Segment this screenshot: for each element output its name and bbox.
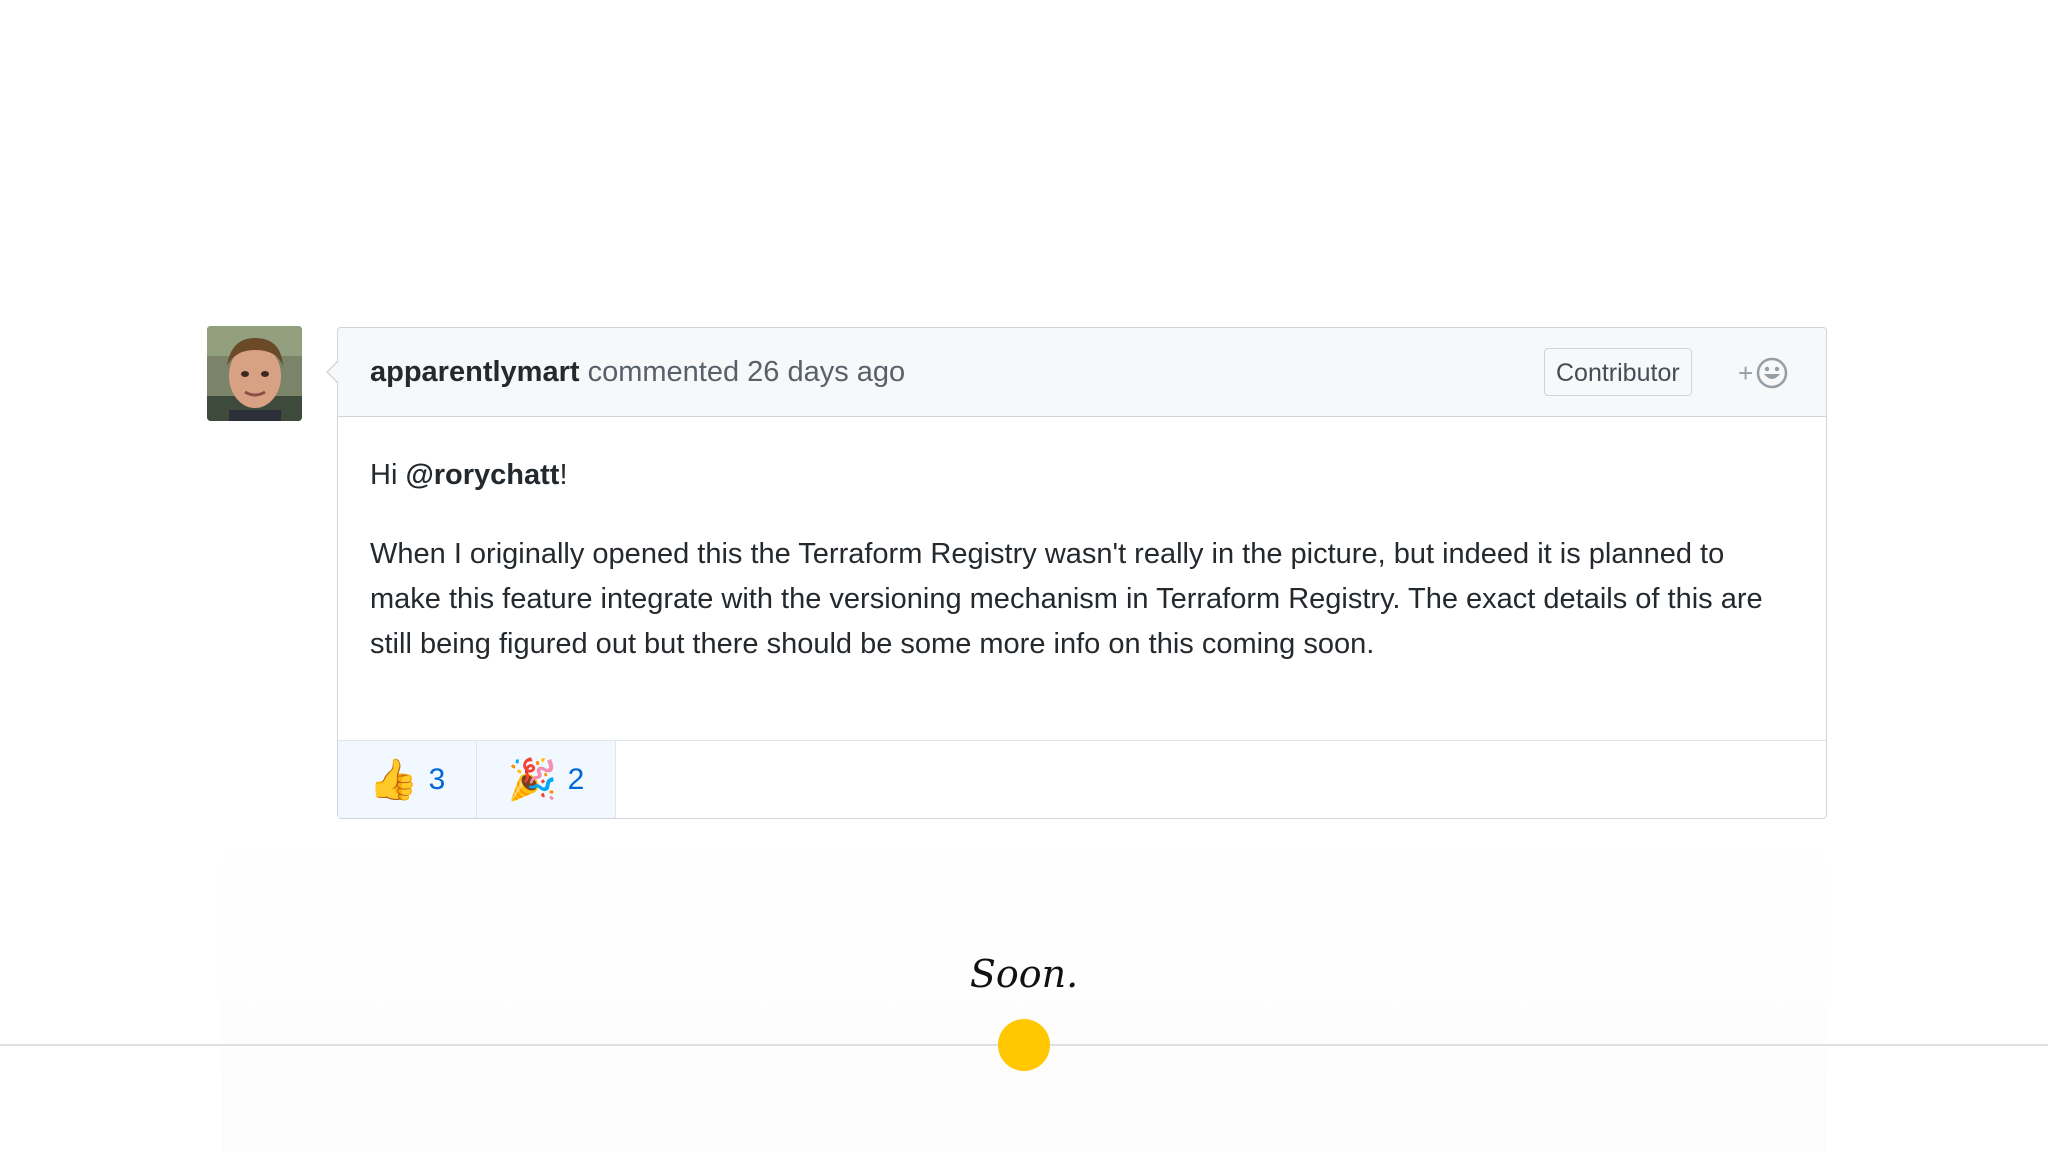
timeline-marker-dot <box>998 1019 1050 1071</box>
reaction-thumbs-up-button[interactable]: 👍 3 <box>338 741 477 818</box>
contributor-badge: Contributor <box>1544 348 1692 396</box>
comment-meta: apparentlymart commented 26 days ago <box>370 354 905 390</box>
user-mention-link[interactable]: @rorychatt <box>405 459 559 491</box>
greeting-suffix: ! <box>559 459 568 491</box>
comment-action: commented <box>587 356 740 388</box>
greeting-line: Hi @rorychatt! <box>370 453 1790 498</box>
comment-box: apparentlymart commented 26 days ago Con… <box>326 327 1827 819</box>
reactions-bar: 👍 3 🎉 2 <box>338 740 1826 818</box>
avatar[interactable] <box>207 326 302 421</box>
comment-body: Hi @rorychatt! When I originally opened … <box>370 453 1790 667</box>
comment-header: apparentlymart commented 26 days ago Con… <box>338 328 1826 417</box>
comment-timestamp[interactable]: 26 days ago <box>747 356 905 388</box>
thumbs-up-icon: 👍 <box>368 756 419 803</box>
plus-icon: + <box>1738 358 1754 388</box>
smiley-icon <box>1756 357 1788 389</box>
reaction-count: 3 <box>428 762 446 796</box>
slide: apparentlymart commented 26 days ago Con… <box>0 0 2048 1152</box>
avatar-image <box>207 326 302 421</box>
reaction-hooray-button[interactable]: 🎉 2 <box>477 741 616 818</box>
add-reaction-button[interactable]: + <box>1738 354 1789 392</box>
party-popper-icon: 🎉 <box>507 756 558 803</box>
author-link[interactable]: apparentlymart <box>370 356 580 388</box>
greeting-prefix: Hi <box>370 459 406 491</box>
slide-caption: Soon. <box>969 952 1079 996</box>
reaction-count: 2 <box>567 762 585 796</box>
comment-caret <box>326 360 339 384</box>
comment-paragraph: When I originally opened this the Terraf… <box>370 538 1763 660</box>
